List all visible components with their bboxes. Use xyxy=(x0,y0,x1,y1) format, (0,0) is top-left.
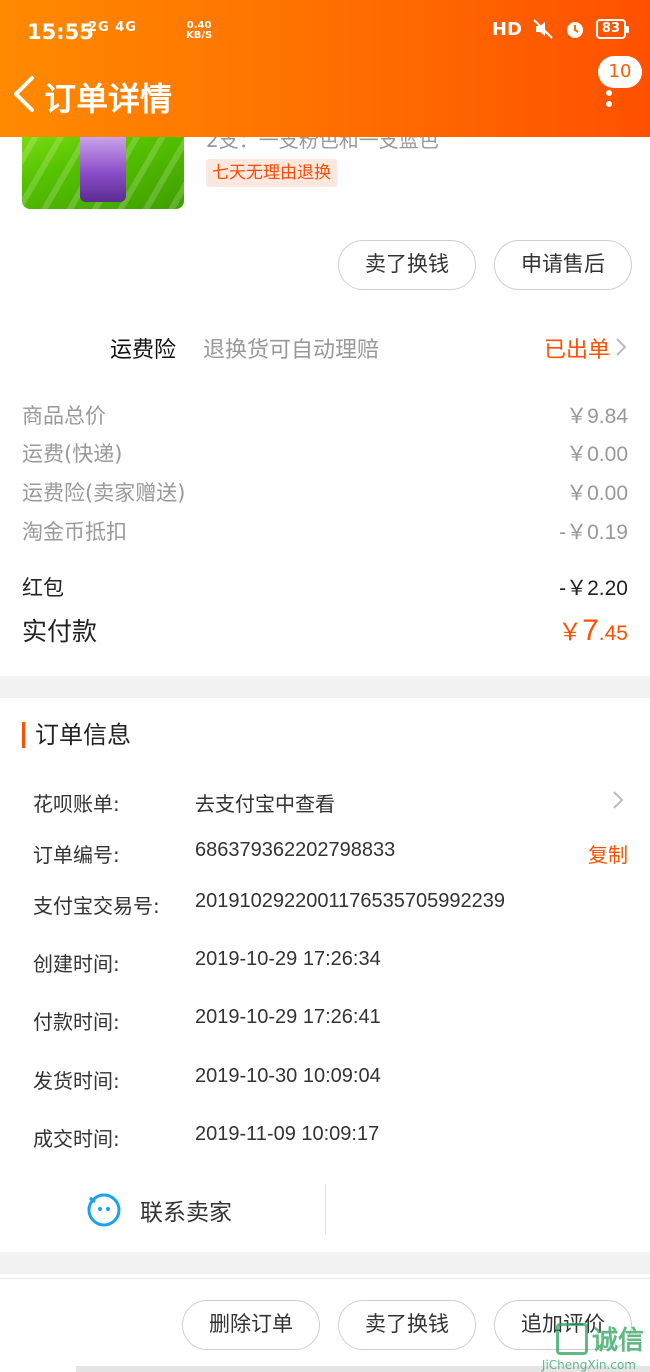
signal-icon: 2G 4G xyxy=(88,20,137,35)
status-bar: 15:55 2G 4G 0.40 KB/S HD 83 xyxy=(0,0,650,64)
created-time-value: 2019-10-29 17:26:34 xyxy=(195,948,381,970)
coin-discount-row: 淘金币抵扣 -￥0.19 xyxy=(22,516,628,546)
red-packet-row: 红包 -￥2.20 xyxy=(22,572,628,602)
coin-discount-label: 淘金币抵扣 xyxy=(22,520,127,544)
after-sale-button[interactable]: 申请售后 xyxy=(494,240,632,290)
message-count-badge[interactable]: 10 xyxy=(598,56,642,88)
status-right-icons: HD 83 xyxy=(491,18,630,40)
paid-time-value: 2019-10-29 17:26:41 xyxy=(195,1006,381,1028)
goods-total-value: ￥9.84 xyxy=(566,405,628,428)
paid-total-value: ￥7.45 xyxy=(558,612,628,648)
red-packet-label: 红包 xyxy=(22,576,64,600)
huabei-value[interactable]: 去支付宝中查看 xyxy=(195,788,335,817)
shipping-insurance-fee-label: 运费险(卖家赠送) xyxy=(22,481,186,505)
battery-icon: 83 xyxy=(595,19,630,39)
contact-divider xyxy=(325,1184,326,1234)
shipping-insurance-desc: 退换货可自动理赔 xyxy=(203,338,380,363)
delete-order-button[interactable]: 删除订单 xyxy=(182,1300,320,1350)
copy-button[interactable]: 复制 xyxy=(588,839,628,868)
hd-icon: HD xyxy=(491,18,522,40)
order-number-row: 订单编号: 686379362202798833 复制 xyxy=(33,839,628,869)
header-bar: 15:55 2G 4G 0.40 KB/S HD 83 订单详情 10 xyxy=(0,0,650,137)
sell-for-cash-button[interactable]: 卖了换钱 xyxy=(338,240,476,290)
paid-time-row: 付款时间: 2019-10-29 17:26:41 xyxy=(33,1006,628,1036)
alarm-icon xyxy=(566,22,583,38)
order-number-value: 686379362202798833 xyxy=(195,839,396,861)
paid-total-row: 实付款 ￥7.45 xyxy=(22,612,628,652)
goods-total-row: 商品总价 ￥9.84 xyxy=(22,400,628,430)
shipping-row: 运费(快递) ￥0.00 xyxy=(22,438,628,468)
created-time-row: 创建时间: 2019-10-29 17:26:34 xyxy=(33,948,628,978)
red-packet-value: -￥2.20 xyxy=(559,577,628,600)
mute-icon xyxy=(533,19,553,39)
paid-time-label: 付款时间: xyxy=(33,1010,120,1034)
shipped-time-value: 2019-10-30 10:09:04 xyxy=(195,1065,381,1087)
shipping-label: 运费(快递) xyxy=(22,442,123,466)
page-title: 订单详情 xyxy=(44,80,173,118)
alipay-trade-label: 支付宝交易号: xyxy=(33,894,160,918)
shipping-insurance-label: 运费险 xyxy=(110,338,177,363)
huabei-row[interactable]: 花呗账单: 去支付宝中查看 xyxy=(33,788,628,818)
huabei-label: 花呗账单: xyxy=(33,792,120,816)
coin-discount-value: -￥0.19 xyxy=(559,521,628,544)
alipay-trade-value: 2019102922001176535705992239 xyxy=(195,890,505,912)
watermark-icon xyxy=(555,1322,588,1355)
closed-time-row: 成交时间: 2019-11-09 10:09:17 xyxy=(33,1123,628,1153)
shipping-insurance-fee-row: 运费险(卖家赠送) ￥0.00 xyxy=(22,477,628,507)
chevron-right-icon[interactable] xyxy=(614,336,628,358)
watermark-logo: 诚信 JiChengXin.com xyxy=(542,1320,644,1372)
watermark-text: 诚信 xyxy=(591,1326,644,1356)
section-divider xyxy=(0,1252,650,1274)
shipped-time-row: 发货时间: 2019-10-30 10:09:04 xyxy=(33,1065,628,1095)
section-divider xyxy=(0,676,650,698)
status-time: 15:55 xyxy=(27,20,94,44)
chevron-right-icon[interactable] xyxy=(612,790,624,810)
alipay-trade-row: 支付宝交易号: 2019102922001176535705992239 xyxy=(33,890,628,920)
shipping-insurance-status[interactable]: 已出单 xyxy=(544,332,610,364)
created-time-label: 创建时间: xyxy=(33,952,120,976)
closed-time-label: 成交时间: xyxy=(33,1127,120,1151)
paid-currency: ￥ xyxy=(558,619,583,646)
return-policy-tag: 七天无理由退换 xyxy=(206,159,337,187)
goods-total-label: 商品总价 xyxy=(22,404,106,428)
sell-for-cash-bottom-button[interactable]: 卖了换钱 xyxy=(338,1300,476,1350)
shipping-insurance-fee-value: ￥0.00 xyxy=(566,482,628,505)
more-menu-icon[interactable] xyxy=(604,90,614,114)
contact-seller-label: 联系卖家 xyxy=(140,1200,232,1226)
paid-decimal: .45 xyxy=(598,622,628,645)
paid-integer: 7 xyxy=(582,614,599,647)
order-number-label: 订单编号: xyxy=(33,843,120,867)
shipped-time-label: 发货时间: xyxy=(33,1069,120,1093)
shipping-value: ￥0.00 xyxy=(566,443,628,466)
contact-seller-button[interactable]: 联系卖家 xyxy=(86,1190,232,1230)
chat-bubble-icon xyxy=(87,1193,121,1227)
watermark-sub: JiChengXin.com xyxy=(541,1358,636,1372)
network-speed: 0.40 KB/S xyxy=(186,21,212,41)
paid-total-label: 实付款 xyxy=(22,617,98,646)
speed-unit: KB/S xyxy=(186,30,213,41)
order-info-title: 订单信息 xyxy=(22,722,131,748)
back-arrow-icon[interactable] xyxy=(10,74,40,114)
closed-time-value: 2019-11-09 10:09:17 xyxy=(195,1123,380,1145)
